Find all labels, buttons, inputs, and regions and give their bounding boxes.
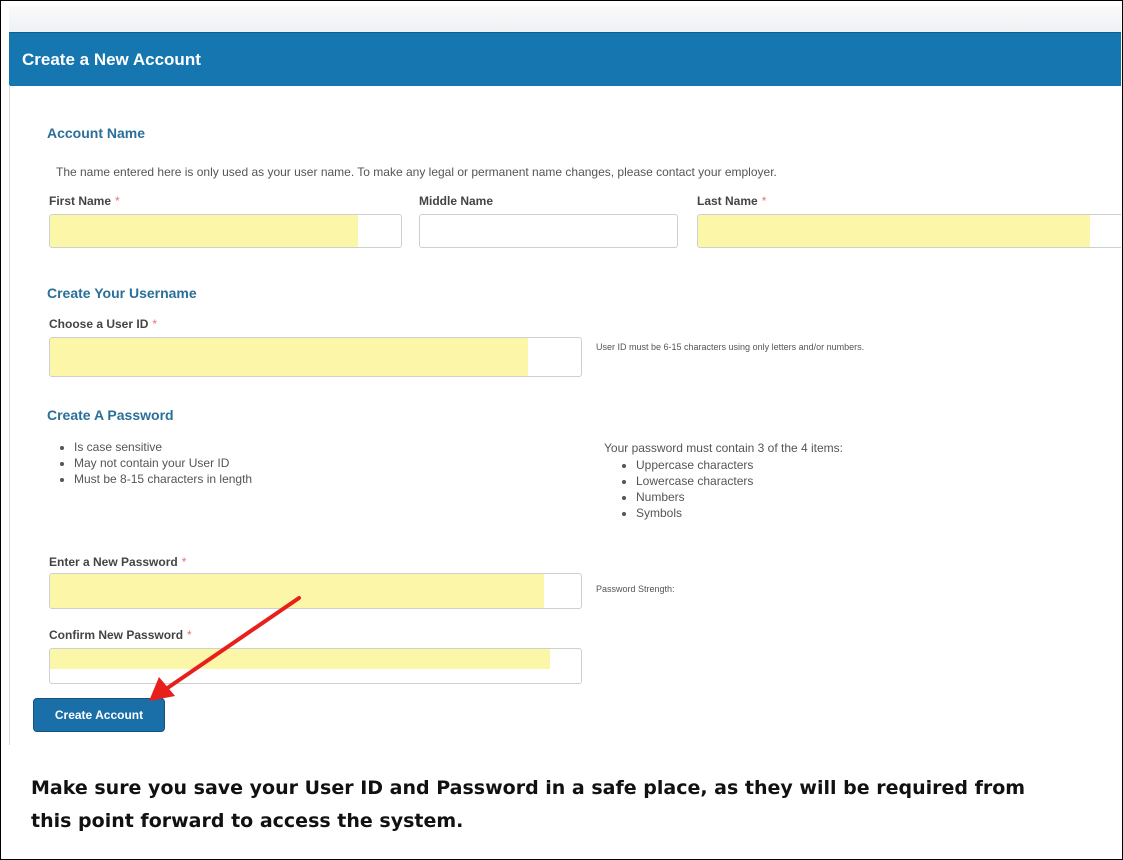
user-id-input[interactable] bbox=[49, 337, 582, 377]
required-marker: * bbox=[152, 317, 158, 331]
required-marker: * bbox=[181, 555, 187, 569]
user-id-label-text: Choose a User ID bbox=[49, 317, 149, 331]
list-item: May not contain your User ID bbox=[74, 455, 252, 471]
last-name-input[interactable] bbox=[697, 214, 1121, 248]
list-item: Is case sensitive bbox=[74, 439, 252, 455]
new-password-label-text: Enter a New Password bbox=[49, 555, 178, 569]
list-item: Numbers bbox=[636, 489, 753, 505]
last-name-label-text: Last Name bbox=[697, 194, 758, 208]
password-rules-list: Is case sensitive May not contain your U… bbox=[48, 439, 252, 487]
first-name-label-text: First Name bbox=[49, 194, 112, 208]
create-account-button[interactable]: Create Account bbox=[33, 698, 165, 732]
new-password-label: Enter a New Password * bbox=[49, 555, 186, 569]
autofill-highlight bbox=[50, 338, 528, 376]
middle-name-input[interactable] bbox=[419, 214, 678, 248]
password-strength-label: Password Strength: bbox=[596, 584, 675, 594]
browser-top-strip bbox=[9, 6, 1121, 32]
page-title: Create a New Account bbox=[22, 49, 201, 69]
last-name-label: Last Name * bbox=[697, 194, 766, 208]
password-items-list: Uppercase characters Lowercase character… bbox=[610, 457, 753, 521]
list-item: Must be 8-15 characters in length bbox=[74, 471, 252, 487]
screenshot-frame bbox=[0, 0, 1123, 860]
middle-name-label: Middle Name bbox=[419, 194, 493, 208]
autofill-highlight bbox=[50, 649, 550, 669]
instruction-note: Make sure you save your User ID and Pass… bbox=[31, 777, 1026, 832]
panel-border bbox=[9, 85, 10, 745]
list-item: Symbols bbox=[636, 505, 753, 521]
section-title-account-name: Account Name bbox=[47, 125, 146, 141]
list-item: Lowercase characters bbox=[636, 473, 753, 489]
confirm-password-label: Confirm New Password * bbox=[49, 628, 192, 642]
confirm-password-input[interactable] bbox=[49, 648, 582, 684]
required-marker: * bbox=[761, 194, 767, 208]
autofill-highlight bbox=[698, 215, 1090, 247]
password-contain-label: Your password must contain 3 of the 4 it… bbox=[604, 441, 844, 455]
list-item: Uppercase characters bbox=[636, 457, 753, 473]
account-name-help-text: The name entered here is only used as yo… bbox=[56, 165, 777, 179]
autofill-highlight bbox=[50, 574, 544, 608]
confirm-password-label-text: Confirm New Password bbox=[49, 628, 184, 642]
autofill-highlight bbox=[50, 215, 358, 247]
required-marker: * bbox=[115, 194, 120, 208]
header-bar: Create a New Account bbox=[9, 32, 1121, 86]
user-id-label: Choose a User ID * bbox=[49, 317, 157, 331]
first-name-input[interactable] bbox=[49, 214, 402, 248]
middle-name-label-text: Middle Name bbox=[419, 194, 494, 208]
new-password-input[interactable] bbox=[49, 573, 582, 609]
section-title-create-username: Create Your Username bbox=[47, 285, 197, 301]
section-title-create-password: Create A Password bbox=[47, 407, 174, 423]
user-id-hint: User ID must be 6-15 characters using on… bbox=[596, 342, 865, 352]
required-marker: * bbox=[187, 628, 192, 642]
first-name-label: First Name * bbox=[49, 194, 120, 208]
